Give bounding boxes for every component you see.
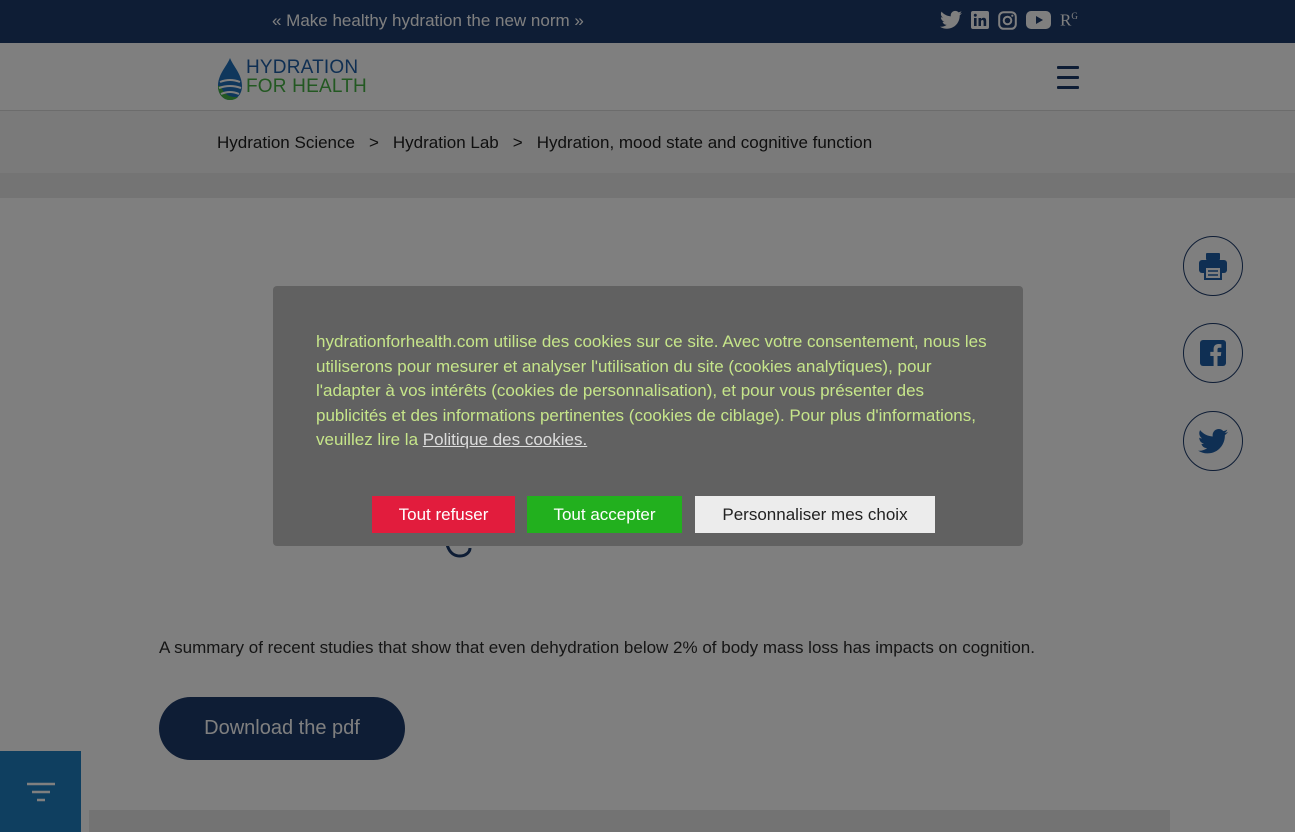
refuse-all-button[interactable]: Tout refuser bbox=[372, 496, 515, 533]
cookie-policy-link[interactable]: Politique des cookies. bbox=[423, 430, 587, 449]
customize-choices-button[interactable]: Personnaliser mes choix bbox=[695, 496, 935, 533]
cookie-message: hydrationforhealth.com utilise des cooki… bbox=[316, 330, 988, 453]
cookie-message-text: hydrationforhealth.com utilise des cooki… bbox=[316, 332, 987, 449]
cookie-consent-dialog: hydrationforhealth.com utilise des cooki… bbox=[273, 286, 1023, 546]
accept-all-button[interactable]: Tout accepter bbox=[527, 496, 682, 533]
